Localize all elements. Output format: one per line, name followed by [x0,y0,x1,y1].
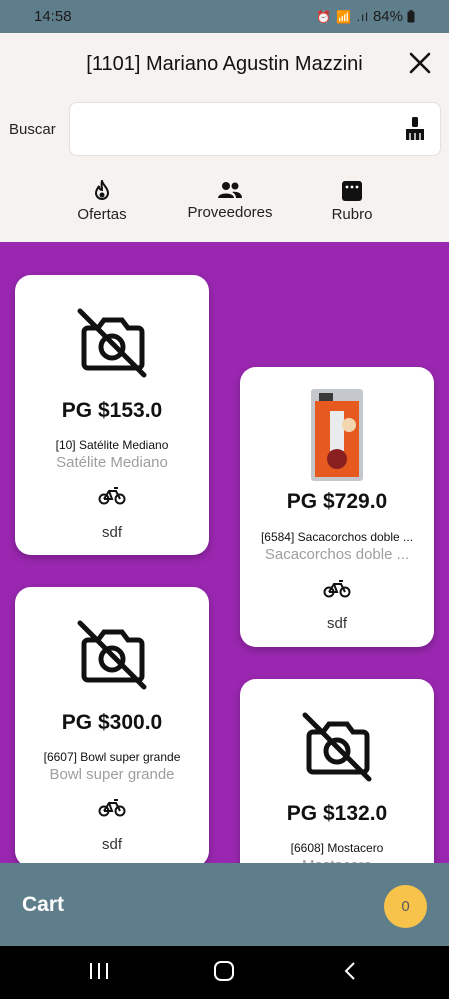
cart-label: Cart [22,893,65,916]
product-name: [6608] Mostacero [290,841,384,855]
product-note: sdf [326,615,347,632]
product-card[interactable]: PG $300.0 [6607] Bowl super grande Bowl … [15,587,209,867]
back-button[interactable] [340,960,362,987]
product-name: [10] Satélite Mediano [55,438,169,452]
status-bar: 14:58 ⏰ 📶 .ıl 84% [0,0,449,33]
corkscrew-product-image [311,389,363,481]
category-icon [342,181,362,201]
product-subtitle: Sacacorchos doble ... [264,546,410,563]
cart-bar[interactable]: Cart 0 [0,863,449,946]
product-note: sdf [101,836,122,853]
category-nav: Ofertas Proveedores Rubro [0,180,449,232]
product-price: PG $153.0 [61,399,163,422]
fire-icon [94,180,110,200]
nav-rubro-label: Rubro [331,206,373,223]
search-input[interactable] [70,103,390,155]
product-price: PG $300.0 [61,711,163,734]
clear-search-button[interactable] [404,116,426,147]
cart-count-badge[interactable]: 0 [384,885,427,928]
back-icon [344,962,355,980]
nav-proveedores-label: Proveedores [187,204,273,221]
recent-apps-button[interactable] [88,960,110,987]
product-name: [6584] Sacacorchos doble ... [260,530,414,544]
product-card[interactable]: PG $153.0 [10] Satélite Mediano Satélite… [15,275,209,555]
close-button[interactable] [405,48,435,78]
bike-icon [323,580,351,598]
nav-proveedores[interactable]: Proveedores [180,180,280,221]
recent-apps-icon [90,963,108,979]
people-icon [218,182,242,198]
page-title: [1101] Mariano Agustin Mazzini [86,53,363,75]
nav-ofertas-label: Ofertas [77,206,127,223]
search-label: Buscar [9,121,56,138]
nav-ofertas[interactable]: Ofertas [62,180,142,223]
bike-icon [98,799,126,817]
no-photo-icon [302,712,372,782]
battery-icon [407,10,415,23]
no-photo-icon [77,620,147,690]
status-time: 14:58 [34,8,72,25]
no-photo-icon [77,308,147,378]
nav-rubro[interactable]: Rubro [316,180,388,223]
close-icon [409,52,431,74]
product-name: [6607] Bowl super grande [43,750,181,764]
product-subtitle: Bowl super grande [49,766,175,783]
broom-icon [406,117,424,140]
bike-icon [98,487,126,505]
product-price: PG $132.0 [286,802,388,825]
home-icon [214,961,234,981]
header: [1101] Mariano Agustin Mazzini Buscar Of… [0,33,449,242]
status-icons: ⏰ 📶 .ıl [316,9,369,24]
search-box [69,102,441,156]
product-card[interactable]: PG $729.0 [6584] Sacacorchos doble ... S… [240,367,434,647]
product-price: PG $729.0 [286,490,388,513]
product-subtitle: Satélite Mediano [56,454,168,471]
home-button[interactable] [213,960,235,987]
product-note: sdf [101,524,122,541]
system-nav-bar [0,946,449,999]
battery-level: 84% [372,8,403,25]
